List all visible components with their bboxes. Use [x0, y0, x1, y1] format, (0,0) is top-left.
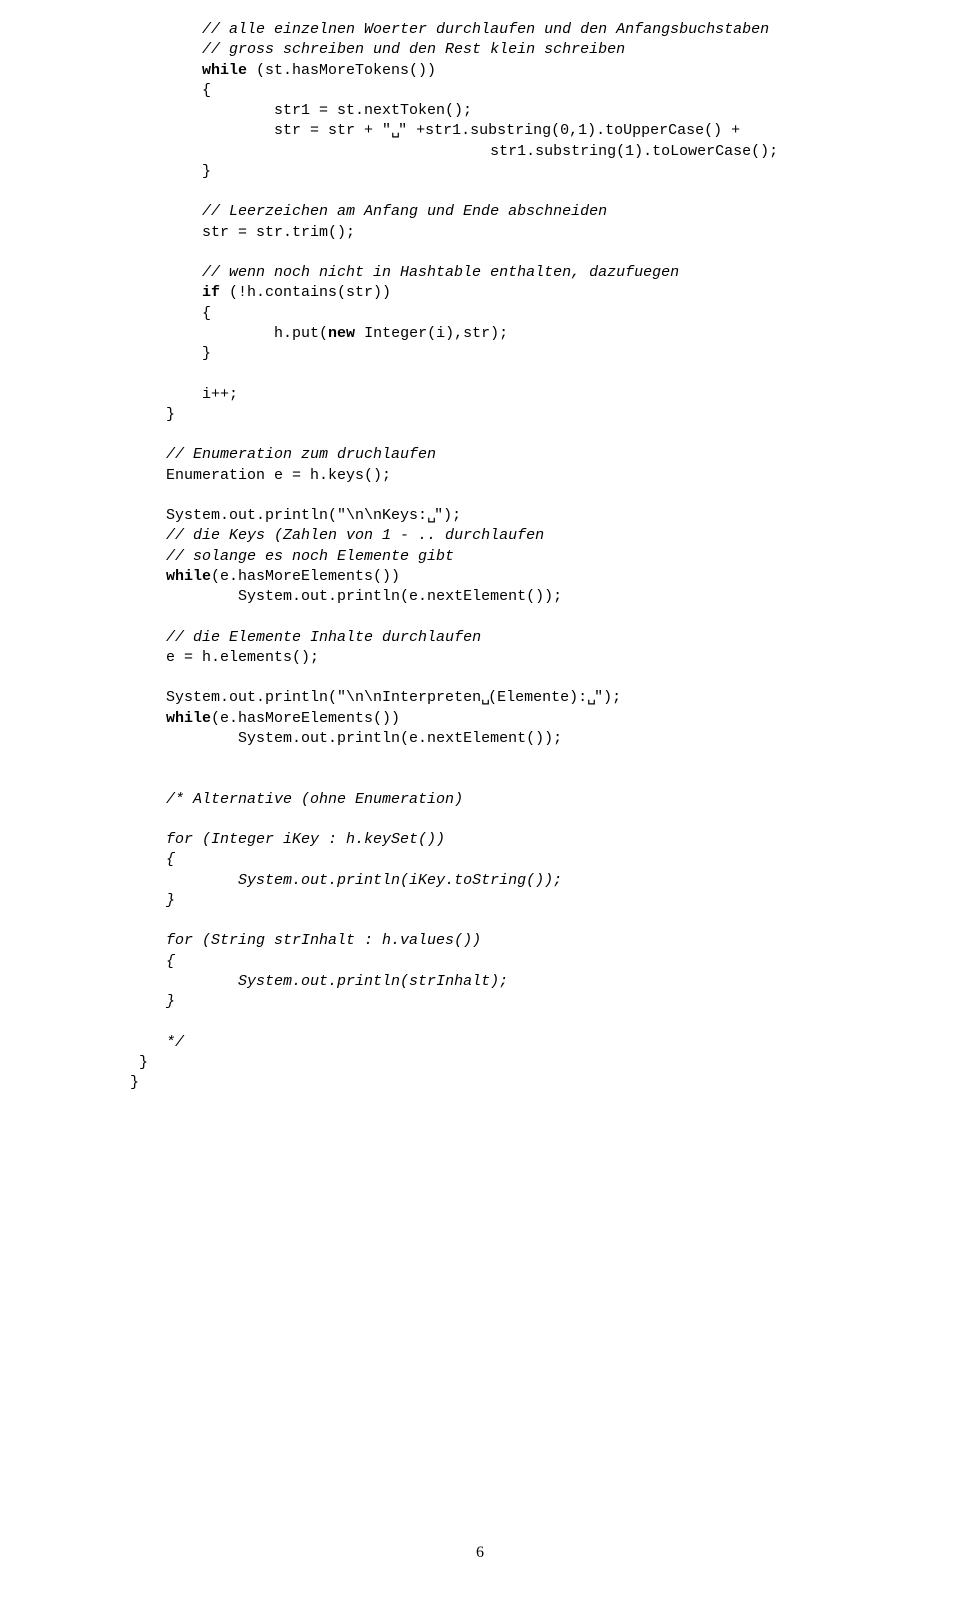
code-line [130, 810, 960, 830]
code-line: // die Keys (Zahlen von 1 - .. durchlauf… [130, 526, 960, 546]
code-line: Enumeration e = h.keys(); [130, 466, 960, 486]
code-line: e = h.elements(); [130, 648, 960, 668]
code-line: // solange es noch Elemente gibt [130, 547, 960, 567]
code-line: } [130, 344, 960, 364]
code-line: { [130, 850, 960, 870]
code-line: /* Alternative (ohne Enumeration) [130, 790, 960, 810]
code-line: str1.substring(1).toLowerCase(); [130, 142, 960, 162]
code-line: } [130, 162, 960, 182]
code-line: // wenn noch nicht in Hashtable enthalte… [130, 263, 960, 283]
code-line: for (Integer iKey : h.keySet()) [130, 830, 960, 850]
code-line: // die Elemente Inhalte durchlaufen [130, 628, 960, 648]
code-line: i++; [130, 385, 960, 405]
code-line [130, 911, 960, 931]
code-line: if (!h.contains(str)) [130, 283, 960, 303]
page-number: 6 [0, 1542, 960, 1564]
code-block: // alle einzelnen Woerter durchlaufen un… [130, 20, 960, 1093]
code-line: // Leerzeichen am Anfang und Ende abschn… [130, 202, 960, 222]
code-line: } [130, 992, 960, 1012]
code-line: System.out.println(e.nextElement()); [130, 587, 960, 607]
code-line: while(e.hasMoreElements()) [130, 709, 960, 729]
code-line: str = str + "␣" +str1.substring(0,1).toU… [130, 121, 960, 141]
code-line: { [130, 952, 960, 972]
code-line [130, 769, 960, 789]
code-line: while(e.hasMoreElements()) [130, 567, 960, 587]
code-line [130, 425, 960, 445]
code-line: } [130, 1053, 960, 1073]
code-line [130, 182, 960, 202]
code-line [130, 668, 960, 688]
code-line [130, 607, 960, 627]
code-line: h.put(new Integer(i),str); [130, 324, 960, 344]
code-line: System.out.println(strInhalt); [130, 972, 960, 992]
code-line: // gross schreiben und den Rest klein sc… [130, 40, 960, 60]
code-line: // Enumeration zum druchlaufen [130, 445, 960, 465]
code-line: System.out.println(e.nextElement()); [130, 729, 960, 749]
code-line: */ [130, 1033, 960, 1053]
code-line: } [130, 405, 960, 425]
code-line: // alle einzelnen Woerter durchlaufen un… [130, 20, 960, 40]
code-line: { [130, 81, 960, 101]
code-line: System.out.println("\n\nInterpreten␣(Ele… [130, 688, 960, 708]
code-line: { [130, 304, 960, 324]
code-line: while (st.hasMoreTokens()) [130, 61, 960, 81]
code-line: for (String strInhalt : h.values()) [130, 931, 960, 951]
code-line [130, 486, 960, 506]
code-line: } [130, 1073, 960, 1093]
code-line: str = str.trim(); [130, 223, 960, 243]
code-line: } [130, 891, 960, 911]
code-line: str1 = st.nextToken(); [130, 101, 960, 121]
code-line [130, 749, 960, 769]
code-line: System.out.println(iKey.toString()); [130, 871, 960, 891]
code-line [130, 243, 960, 263]
page: // alle einzelnen Woerter durchlaufen un… [0, 0, 960, 1599]
code-line [130, 364, 960, 384]
code-line [130, 1012, 960, 1032]
code-line: System.out.println("\n\nKeys:␣"); [130, 506, 960, 526]
